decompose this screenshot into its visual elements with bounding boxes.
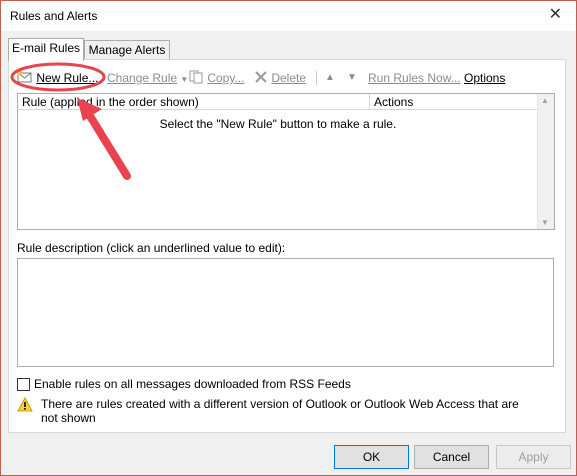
column-header-rule[interactable]: Rule (applied in the order shown): [18, 94, 370, 110]
copy-icon: [189, 70, 203, 84]
delete-label: Delete: [271, 71, 307, 85]
rss-checkbox[interactable]: [17, 378, 30, 391]
warning-text: There are rules created with a different…: [41, 397, 519, 425]
move-up-button[interactable]: ▲: [325, 68, 335, 88]
empty-list-message: Select the "New Rule" button to make a r…: [159, 117, 397, 131]
options-button[interactable]: Options: [464, 68, 505, 88]
change-rule-label: Change Rule: [107, 71, 178, 85]
toolbar-separator: [316, 71, 317, 85]
rules-list-scrollbar[interactable]: ▲ ▼: [537, 94, 554, 229]
scroll-down-icon[interactable]: ▼: [541, 218, 549, 227]
apply-button[interactable]: Apply: [496, 445, 571, 469]
run-rules-now-label: Run Rules Now...: [368, 71, 461, 85]
new-rule-icon: [17, 70, 32, 83]
delete-button[interactable]: Delete: [254, 68, 306, 88]
move-down-icon: ▼: [347, 72, 357, 83]
warning-row: There are rules created with a different…: [17, 397, 537, 425]
rules-toolbar: New Rule... Change Rule ▼ Copy... Delete…: [9, 68, 509, 90]
new-rule-label: New Rule...: [36, 71, 99, 85]
move-down-button[interactable]: ▼: [347, 68, 357, 88]
rule-description-box[interactable]: [17, 258, 554, 367]
copy-button[interactable]: Copy...: [189, 68, 244, 88]
close-icon[interactable]: ✕: [549, 7, 562, 23]
ok-button[interactable]: OK: [334, 445, 409, 469]
dialog-title: Rules and Alerts: [10, 9, 98, 23]
move-up-icon: ▲: [325, 72, 335, 83]
cancel-button[interactable]: Cancel: [414, 445, 489, 469]
warning-icon: [17, 397, 33, 412]
chevron-down-icon: ▼: [180, 75, 189, 84]
new-rule-button[interactable]: New Rule...: [17, 68, 98, 88]
delete-icon: [255, 71, 267, 83]
rss-checkbox-label: Enable rules on all messages downloaded …: [34, 377, 351, 391]
rule-description-label: Rule description (click an underlined va…: [17, 241, 286, 255]
rss-checkbox-row[interactable]: Enable rules on all messages downloaded …: [17, 377, 351, 391]
change-rule-button[interactable]: Change Rule ▼: [107, 68, 188, 88]
options-label: Options: [464, 71, 506, 85]
column-header-actions[interactable]: Actions: [370, 94, 538, 110]
rules-list[interactable]: Rule (applied in the order shown) Action…: [17, 93, 555, 230]
title-bar: Rules and Alerts ✕: [1, 1, 576, 31]
tab-email-rules[interactable]: E-mail Rules: [8, 38, 84, 61]
run-rules-now-button[interactable]: Run Rules Now...: [368, 68, 461, 88]
copy-label: Copy...: [207, 71, 245, 85]
scroll-up-icon[interactable]: ▲: [541, 96, 549, 105]
tab-manage-alerts[interactable]: Manage Alerts: [84, 40, 170, 61]
